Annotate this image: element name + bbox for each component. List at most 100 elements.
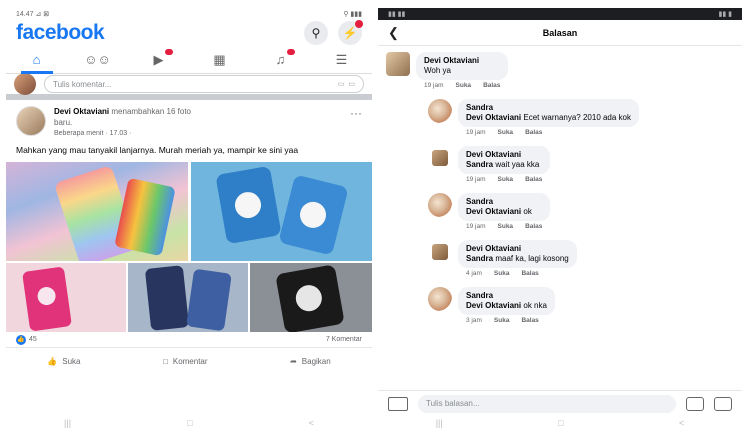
home-button-icon[interactable]: □ <box>558 418 563 428</box>
composer-input[interactable]: Tulis komentar... ▭ ▭ <box>44 75 364 93</box>
status-left: ▮▮ ▮▮ <box>388 11 406 18</box>
facebook-logo: facebook <box>16 21 105 44</box>
share-button[interactable]: ➦ Bagikan <box>290 357 331 366</box>
reactions-summary[interactable]: 👍 45 7 Komentar <box>6 332 372 348</box>
replies-header: ❮ Balasan <box>378 20 742 46</box>
mention-tag[interactable]: Devi Oktaviani <box>466 301 521 310</box>
gif-icon: ▭ <box>337 81 345 88</box>
reply-item: Sandra Devi Oktaviani ok 19 jam Suka Bal… <box>428 193 734 232</box>
comment-time: 4 jam <box>466 270 482 277</box>
header-actions: ⚲ ⚡ <box>304 20 363 45</box>
comment-reply-button[interactable]: Balas <box>525 176 542 183</box>
avatar[interactable] <box>428 193 452 217</box>
reply-input[interactable]: Tulis balasan... <box>418 394 676 413</box>
back-icon[interactable]: < <box>309 418 314 428</box>
system-nav-bar: ||| □ < <box>6 416 372 430</box>
comment-reply-button[interactable]: Balas <box>525 223 542 230</box>
comment-like-button[interactable]: Suka <box>498 223 514 230</box>
tab-marketplace[interactable]: ▦ <box>200 47 240 73</box>
photo-rainbow-cases[interactable] <box>6 162 188 261</box>
search-icon: ⚲ <box>311 26 321 40</box>
comment-time: 3 jam <box>466 317 482 324</box>
comment-reply-button[interactable]: Balas <box>483 82 500 89</box>
comment-author: Sandra <box>466 291 494 300</box>
post-actions: 👍 Suka □ Komentar ➦ Bagikan <box>6 348 372 374</box>
reply-placeholder: Tulis balasan... <box>426 399 480 408</box>
more-options-icon[interactable]: ··· <box>350 106 362 120</box>
comment-bubble[interactable]: Sandra Devi Oktaviani Ecet warnanya? 201… <box>458 99 640 127</box>
mention-tag[interactable]: Sandra <box>466 254 493 263</box>
post-author[interactable]: Devi Oktaviani <box>54 107 109 116</box>
home-button-icon[interactable]: □ <box>187 418 192 428</box>
comment-actions: 19 jam Suka Balas <box>458 127 639 138</box>
mention-tag[interactable]: Devi Oktaviani <box>466 207 521 216</box>
comment-item: Devi Oktaviani Woh ya 19 jam Suka Balas <box>386 52 734 91</box>
phone-case-image <box>22 266 72 332</box>
comment-count[interactable]: 7 Komentar <box>326 336 362 343</box>
comment-bubble[interactable]: Devi Oktaviani Woh ya <box>416 52 509 80</box>
photo-navy-cases[interactable] <box>128 263 248 332</box>
tab-menu[interactable]: ☰ <box>322 47 362 73</box>
phone-case-image <box>186 268 232 332</box>
phone-case-image <box>275 264 345 332</box>
gif-icon[interactable] <box>686 396 704 411</box>
comment-like-button[interactable]: Suka <box>456 82 472 89</box>
messenger-button[interactable]: ⚡ <box>338 20 363 45</box>
share-label: Bagikan <box>301 356 331 366</box>
comment-like-button[interactable]: Suka <box>494 270 510 277</box>
status-bar: ▮▮ ▮▮ ▮▮ ▮ <box>378 8 742 20</box>
phone-case-image <box>278 174 349 256</box>
photo-blue-cases[interactable] <box>191 162 372 261</box>
screenshot-stage: 14.47 ⊿ ⊠ ⚲ ▮▮▮ facebook ⚲ ⚡ ⌂ ☺☺ ▶ ▦ ♫ … <box>0 0 747 435</box>
status-right: ▮▮ ▮ <box>718 11 732 18</box>
comment-text: Woh ya <box>424 66 451 75</box>
comment-like-button[interactable]: Suka <box>498 129 514 136</box>
post-meta: Devi Oktaviani menambahkan 16 foto baru.… <box>54 106 342 139</box>
like-count: 👍 45 <box>16 334 37 345</box>
recents-icon[interactable]: ||| <box>64 418 71 428</box>
comment-author: Sandra <box>466 103 494 112</box>
thumbs-up-icon: 👍 <box>47 356 58 366</box>
camera-icon[interactable] <box>388 396 408 411</box>
comment-icon: □ <box>163 356 168 366</box>
search-button[interactable]: ⚲ <box>304 21 328 45</box>
comment-author: Devi Oktaviani <box>466 244 522 253</box>
mention-tag[interactable]: Devi Oktaviani <box>466 113 521 122</box>
comment-bubble[interactable]: Devi Oktaviani Sandra wait yaa kka <box>458 146 551 174</box>
phone-case-image <box>114 177 176 257</box>
notifications-badge <box>286 48 295 55</box>
comment-bubble[interactable]: Sandra Devi Oktaviani ok <box>458 193 551 221</box>
comment-text: ok <box>523 207 532 216</box>
tab-watch[interactable]: ▶ <box>139 47 179 73</box>
tab-home[interactable]: ⌂ <box>17 47 57 74</box>
like-button[interactable]: 👍 Suka <box>47 357 80 366</box>
comment-reply-button[interactable]: Balas <box>521 317 538 324</box>
tab-notifications[interactable]: ♫ <box>261 47 301 73</box>
photo-black-case[interactable] <box>250 263 372 332</box>
author-avatar[interactable] <box>16 106 46 136</box>
composer-icons: ▭ ▭ <box>338 80 355 88</box>
avatar[interactable] <box>428 99 452 123</box>
avatar[interactable] <box>432 150 448 166</box>
post-text: Mahkan yang mau tanyakil lanjarnya. Mura… <box>6 139 372 162</box>
comment-button[interactable]: □ Komentar <box>163 357 208 366</box>
comment-actions: 19 jam Suka Balas <box>458 221 550 232</box>
comment-bubble[interactable]: Devi Oktaviani Sandra maaf ka, lagi koso… <box>458 240 577 268</box>
comment-bubble[interactable]: Sandra Devi Oktaviani ok nka <box>458 287 555 315</box>
recents-icon[interactable]: ||| <box>436 418 443 428</box>
avatar[interactable] <box>428 287 452 311</box>
comment-reply-button[interactable]: Balas <box>521 270 538 277</box>
mention-tag[interactable]: Sandra <box>466 160 493 169</box>
comment-like-button[interactable]: Suka <box>498 176 514 183</box>
avatar[interactable] <box>386 52 410 76</box>
phone-case-image <box>215 165 282 245</box>
emoji-icon[interactable] <box>714 396 732 411</box>
photo-pink-case[interactable] <box>6 263 126 332</box>
comment-like-button[interactable]: Suka <box>494 317 510 324</box>
back-icon[interactable]: < <box>679 418 684 428</box>
like-reaction-icon: 👍 <box>16 334 26 345</box>
avatar[interactable] <box>432 244 448 260</box>
comment-reply-button[interactable]: Balas <box>525 129 542 136</box>
comment-text: Ecet warnanya? 2010 ada kok <box>523 113 632 122</box>
tab-friends[interactable]: ☺☺ <box>78 47 118 73</box>
